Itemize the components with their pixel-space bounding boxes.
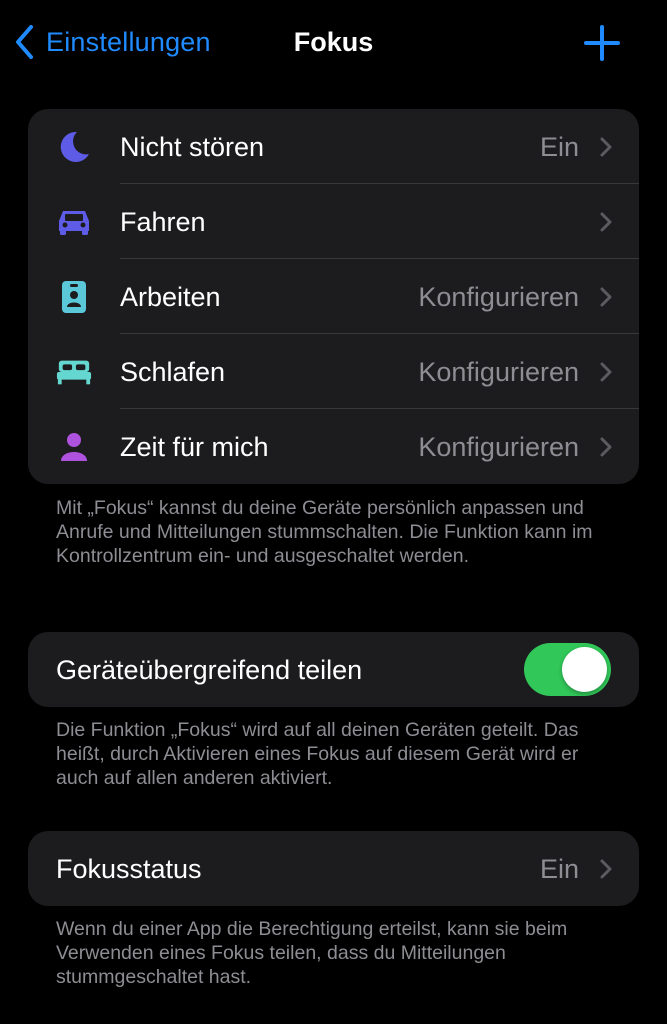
moon-icon: [56, 129, 92, 165]
focus-value: Konfigurieren: [418, 281, 579, 312]
focus-modes-list: Nicht stören Ein Fahren Arbeiten Konfigu…: [28, 109, 639, 484]
focus-value: Konfigurieren: [418, 356, 579, 387]
chevron-right-icon: [600, 212, 612, 231]
focus-label: Fahren: [120, 206, 206, 237]
focus-label: Zeit für mich: [120, 431, 269, 462]
focus-status-row[interactable]: Fokusstatus Ein: [28, 831, 639, 906]
status-value: Ein: [539, 853, 579, 884]
toggle-knob: [562, 647, 607, 692]
status-footnote: Wenn du einer App die Berechtigung ertei…: [56, 918, 568, 988]
chevron-right-icon: [600, 859, 612, 878]
focus-value: Konfigurieren: [418, 431, 579, 462]
focus-label: Nicht stören: [120, 131, 265, 162]
focus-row-work[interactable]: Arbeiten Konfigurieren: [28, 259, 639, 334]
page-title: Fokus: [293, 27, 374, 57]
focus-value: Ein: [539, 131, 579, 162]
chevron-right-icon: [600, 287, 612, 306]
chevron-right-icon: [600, 362, 612, 381]
focus-row-sleep[interactable]: Schlafen Konfigurieren: [28, 334, 639, 409]
status-label: Fokusstatus: [56, 853, 202, 884]
focus-row-driving[interactable]: Fahren: [28, 184, 639, 259]
focus-row-personal[interactable]: Zeit für mich Konfigurieren: [28, 409, 639, 484]
chevron-right-icon: [600, 437, 612, 456]
id-badge-icon: [56, 279, 92, 315]
share-label: Geräteübergreifend teilen: [56, 654, 363, 685]
focus-status-group: Fokusstatus Ein: [28, 831, 639, 906]
person-icon: [56, 429, 92, 465]
car-icon: [56, 204, 92, 240]
share-footnote: Die Funktion „Fokus“ wird auf all deinen…: [56, 719, 579, 789]
navigation-bar: Einstellungen Fokus: [0, 0, 667, 84]
share-across-devices-row: Geräteübergreifend teilen: [28, 632, 639, 707]
focus-label: Schlafen: [120, 356, 226, 387]
focus-row-do-not-disturb[interactable]: Nicht stören Ein: [28, 109, 639, 184]
share-across-devices-group: Geräteübergreifend teilen: [28, 632, 639, 707]
focus-label: Arbeiten: [120, 281, 221, 312]
bed-icon: [56, 354, 92, 390]
focus-footnote: Mit „Fokus“ kannst du deine Geräte persö…: [56, 497, 593, 567]
chevron-right-icon: [600, 137, 612, 156]
share-toggle[interactable]: [524, 643, 611, 696]
add-icon[interactable]: [583, 24, 621, 62]
